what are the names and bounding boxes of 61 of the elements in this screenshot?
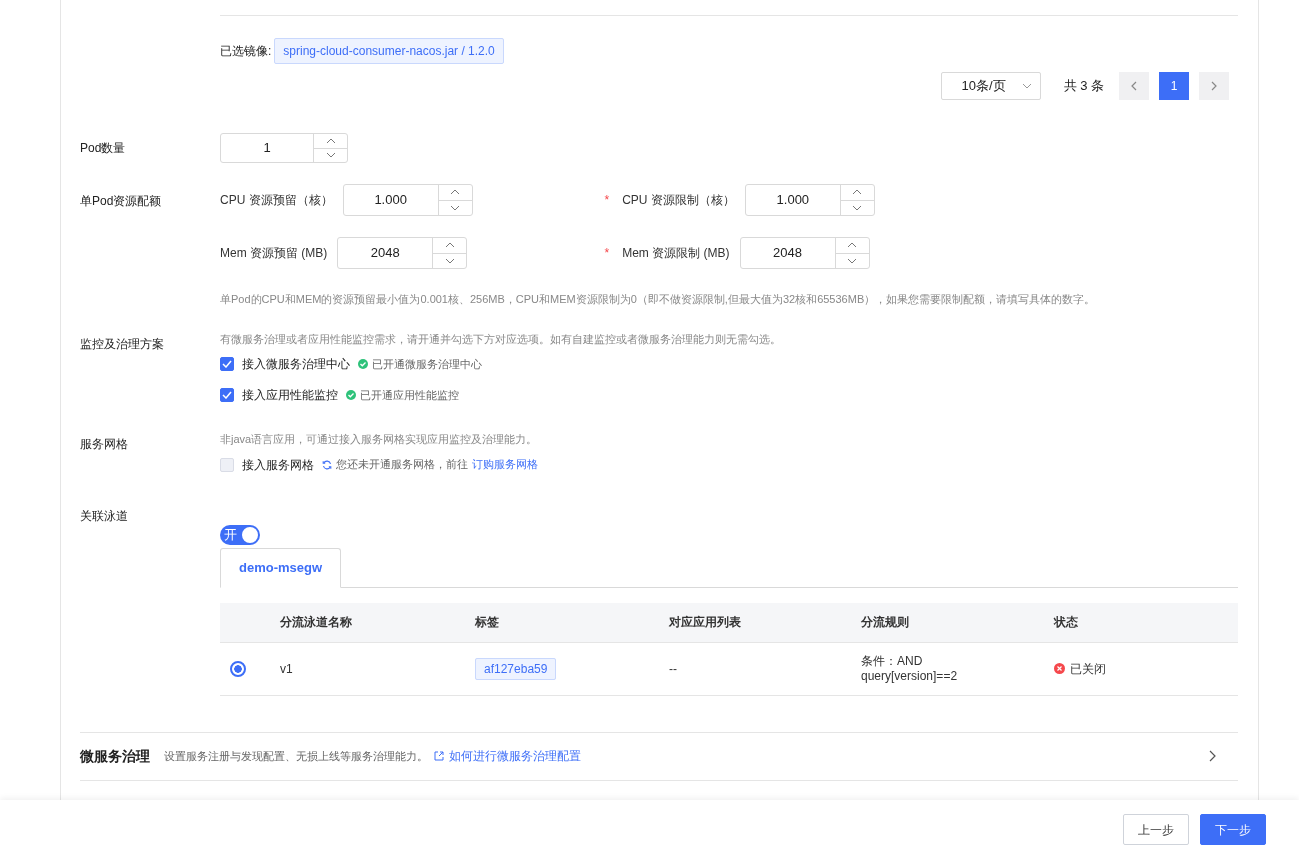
- section-description: 设置服务注册与发现配置、无损上线等服务治理能力。: [164, 748, 428, 764]
- field-label: Mem 资源预留 (MB): [220, 245, 328, 262]
- form-label: 服务网格: [80, 437, 128, 451]
- status-text: 已关闭: [1070, 660, 1106, 678]
- external-link-icon: [434, 751, 444, 761]
- section-title: 微服务治理: [80, 746, 150, 766]
- toggle-switch[interactable]: 开: [220, 524, 260, 545]
- next-button[interactable]: 下一步: [1200, 814, 1266, 845]
- radio-button[interactable]: [230, 660, 246, 677]
- total-count: 共 3 条: [1063, 77, 1104, 96]
- column-header: 状态: [1054, 615, 1078, 629]
- previous-button[interactable]: 上一步: [1123, 814, 1189, 845]
- status-text: 已开通应用性能监控: [360, 387, 459, 403]
- checkbox-label: 接入微服务治理中心: [242, 356, 350, 373]
- form-label: 关联泳道: [80, 508, 128, 523]
- hint-text: 非java语言应用，可通过接入服务网格实现应用监控及治理能力。: [220, 432, 539, 447]
- chevron-right-icon: [1211, 81, 1217, 91]
- column-header: 对应应用列表: [669, 615, 741, 629]
- column-header: 分流规则: [861, 615, 909, 629]
- table-cell: --: [669, 661, 677, 676]
- tab[interactable]: demo-msegw: [220, 547, 342, 588]
- number-input[interactable]: 2048: [337, 237, 468, 269]
- form-label: 监控及治理方案: [80, 336, 164, 351]
- column-header: 标签: [475, 615, 499, 629]
- number-input[interactable]: 1.000: [342, 184, 473, 216]
- field-label: CPU 资源限制（核）: [622, 192, 735, 209]
- refresh-icon: [322, 459, 332, 470]
- checkbox[interactable]: [220, 357, 234, 371]
- chevron-right-icon[interactable]: [1209, 750, 1216, 762]
- checkbox-label: 接入应用性能监控: [242, 387, 338, 404]
- table-cell-text: query[version]==2: [861, 668, 959, 684]
- table-cell: v1: [280, 661, 293, 676]
- help-text: 单Pod的CPU和MEM的资源预留最小值为0.001核、256MB，CPU和MEM资源限制为0（即不做资源限制,但最大值为32核和65536MB），如果您需要限制配额，请填写具体的数字。: [220, 292, 1097, 307]
- help-link[interactable]: 如何进行微服务治理配置: [449, 747, 581, 765]
- caret-icon: [1021, 83, 1032, 89]
- page-size-select[interactable]: 10条/页: [940, 72, 1041, 100]
- number-input[interactable]: 2048: [739, 237, 870, 269]
- selected-image-label: 已选镜像:: [220, 43, 272, 60]
- status-text: 已开通微服务治理中心: [372, 356, 482, 372]
- field-label: Mem 资源限制 (MB): [622, 245, 730, 262]
- check-circle-icon: [358, 359, 368, 369]
- required-mark: *: [604, 192, 610, 209]
- required-mark: *: [604, 245, 610, 262]
- check-circle-icon: [346, 390, 356, 400]
- next-page-button[interactable]: [1199, 72, 1229, 100]
- page-button[interactable]: 1: [1159, 72, 1189, 100]
- field-label: CPU 资源预留（核）: [220, 192, 333, 209]
- column-header: 分流泳道名称: [280, 615, 352, 629]
- form-label: 单Pod资源配额: [80, 194, 162, 208]
- form-label: Pod数量: [80, 141, 126, 155]
- checkbox[interactable]: [220, 388, 234, 402]
- number-input[interactable]: 1: [220, 133, 348, 163]
- tag: af127eba59: [475, 657, 557, 680]
- chevron-left-icon: [1131, 81, 1137, 91]
- hint-text: 有微服务治理或者应用性能监控需求，请开通并勾选下方对应选项。如有自建监控或者微服务治理能力则无需勾选。: [220, 331, 782, 347]
- table-cell-text: 条件：AND: [861, 653, 924, 669]
- previous-page-button[interactable]: [1119, 72, 1149, 100]
- number-input[interactable]: 1.000: [744, 184, 875, 216]
- status-text: 您还未开通服务网格，前往: [336, 457, 468, 473]
- image-tag: spring-cloud-consumer-nacos.jar / 1.2.0: [274, 38, 504, 64]
- checkbox-label: 接入服务网格: [242, 456, 314, 474]
